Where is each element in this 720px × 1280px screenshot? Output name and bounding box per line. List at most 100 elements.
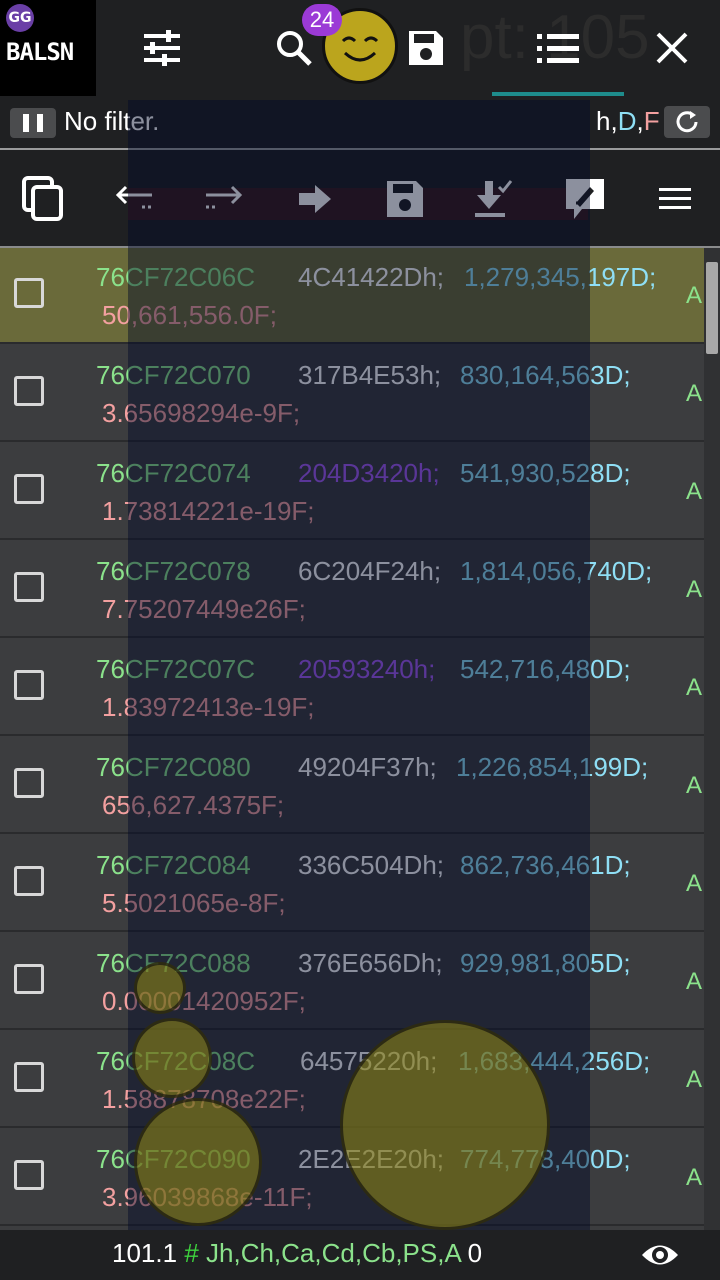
table-row[interactable]: 76CF72C078 6C204F24h; 1,814,056,740D; 7.… [0,542,704,638]
row-hex: 64575220h; [300,1046,438,1076]
table-row[interactable]: 76CF72C090 2E2E2E20h; 774,778,400D; 3.96… [0,1130,704,1226]
row-checkbox[interactable] [14,964,44,994]
row-hex: 204D3420h; [298,458,440,488]
list-menu-icon[interactable] [530,20,586,76]
offset-back-icon[interactable] [110,174,160,224]
table-row[interactable]: 76CF72C074 204D3420h; 541,930,528D; 1.73… [0,444,704,540]
row-address: 76CF72C080 [96,752,251,782]
row-float: 656,627.4375F; [102,790,285,820]
row-checkbox[interactable] [14,768,44,798]
row-dword: 1,279,345,197D; [464,262,657,292]
scrollbar-track[interactable] [704,248,720,1230]
row-dword: 774,778,400D; [460,1144,631,1174]
status-bar: 101.1 # Jh,Ch,Ca,Cd,Cb,PS,A 0 [0,1230,720,1280]
row-region-tag: A [686,282,703,309]
row-address: 76CF72C07C [96,654,255,684]
top-bar: GG BALSN pt: 105 24 [0,0,720,100]
settings-sliders-icon[interactable] [134,20,190,76]
row-hex: 376E656Dh; [298,948,443,978]
import-icon[interactable] [468,174,518,224]
filter-bar: No filter. h,D,F [0,100,720,148]
row-float: 1.58878708e22F; [102,1084,306,1114]
row-hex: 20593240h; [298,654,436,684]
row-dword: 830,164,563D; [460,360,631,390]
logo-text: BALSN [6,38,74,66]
row-address: 76CF72C084 [96,850,251,880]
row-float: 3.96039868e-11F; [102,1182,313,1212]
notification-badge: 24 [302,4,342,36]
save-list-icon[interactable] [380,174,430,224]
row-checkbox[interactable] [14,376,44,406]
row-region-tag: A [686,968,703,995]
row-region-tag: A [686,478,703,505]
type-f: F [643,106,660,136]
status-count: 0 [467,1238,483,1268]
row-checkbox[interactable] [14,1160,44,1190]
row-region-tag: A [686,674,703,701]
row-checkbox[interactable] [14,278,44,308]
offset-forward-icon[interactable] [198,174,248,224]
row-float: 1.73814221e-19F; [102,496,315,526]
close-icon[interactable] [644,20,700,76]
row-checkbox[interactable] [14,866,44,896]
row-region-tag: A [686,1164,703,1191]
table-row[interactable]: 76CF72C080 49204F37h; 1,226,854,199D; 65… [0,738,704,834]
row-hex: 4C41422Dh; [298,262,444,292]
copy-icon[interactable] [18,174,68,224]
row-float: 0.00001420952F; [102,986,306,1016]
row-dword: 541,930,528D; [460,458,631,488]
row-dword: 1,683,444,256D; [458,1046,651,1076]
row-region-tag: A [686,870,703,897]
row-float: 3.65698294e-9F; [102,398,301,428]
row-region-tag: A [686,576,703,603]
table-row[interactable]: 76CF72C06C 4C41422Dh; 1,279,345,197D; 50… [0,248,704,344]
row-dword: 929,981,805D; [460,948,631,978]
row-checkbox[interactable] [14,474,44,504]
eye-icon[interactable] [640,1240,680,1274]
row-hex: 6C204F24h; [298,556,442,586]
edit-icon[interactable] [560,174,610,224]
hamburger-menu-icon[interactable] [650,174,700,224]
row-float: 5.5021065e-8F; [102,888,286,918]
row-float: 7.75207449e26F; [102,594,306,624]
status-text: 101.1 # Jh,Ch,Ca,Cd,Cb,PS,A 0 [112,1238,483,1268]
row-address: 76CF72C06C [96,262,255,292]
row-float: 1.83972413e-19F; [102,692,315,722]
row-address: 76CF72C088 [96,948,251,978]
pause-button[interactable] [10,108,56,138]
row-dword: 1,226,854,199D; [456,752,649,782]
row-address: 76CF72C078 [96,556,251,586]
row-region-tag: A [686,1066,703,1093]
table-row[interactable]: 76CF72C08C 64575220h; 1,683,444,256D; 1.… [0,1032,704,1128]
pause-icon [23,114,29,132]
row-address: 76CF72C08C [96,1046,255,1076]
value-types[interactable]: h,D,F [596,106,660,137]
action-toolbar [0,150,720,246]
row-dword: 1,814,056,740D; [460,556,653,586]
app-logo[interactable]: GG BALSN [0,0,96,96]
type-d: D [617,106,637,136]
table-row[interactable]: 76CF72C084 336C504Dh; 862,736,461D; 5.50… [0,836,704,932]
table-row[interactable]: 76CF72C088 376E656Dh; 929,981,805D; 0.00… [0,934,704,1030]
row-checkbox[interactable] [14,1062,44,1092]
row-hex: 317B4E53h; [298,360,442,390]
row-dword: 542,716,480D; [460,654,631,684]
row-region-tag: A [686,380,703,407]
refresh-icon [676,111,698,133]
row-dword: 862,736,461D; [460,850,631,880]
refresh-button[interactable] [664,106,710,138]
tab-indicator [492,92,624,96]
row-checkbox[interactable] [14,670,44,700]
results-list[interactable]: 76CF72C06C 4C41422Dh; 1,279,345,197D; 50… [0,248,704,1230]
table-row[interactable]: 76CF72C070 317B4E53h; 830,164,563D; 3.65… [0,346,704,442]
goto-arrow-icon[interactable] [290,174,340,224]
save-icon[interactable] [398,20,454,76]
scrollbar-thumb[interactable] [706,262,718,354]
row-hex: 49204F37h; [298,752,437,782]
logo-badge: GG [6,4,34,32]
status-regions: Jh,Ch,Ca,Cd,Cb,PS,A [206,1238,461,1268]
table-row[interactable]: 76CF72C07C 20593240h; 542,716,480D; 1.83… [0,640,704,736]
row-checkbox[interactable] [14,572,44,602]
filter-label[interactable]: No filter. [64,106,159,137]
row-region-tag: A [686,772,703,799]
